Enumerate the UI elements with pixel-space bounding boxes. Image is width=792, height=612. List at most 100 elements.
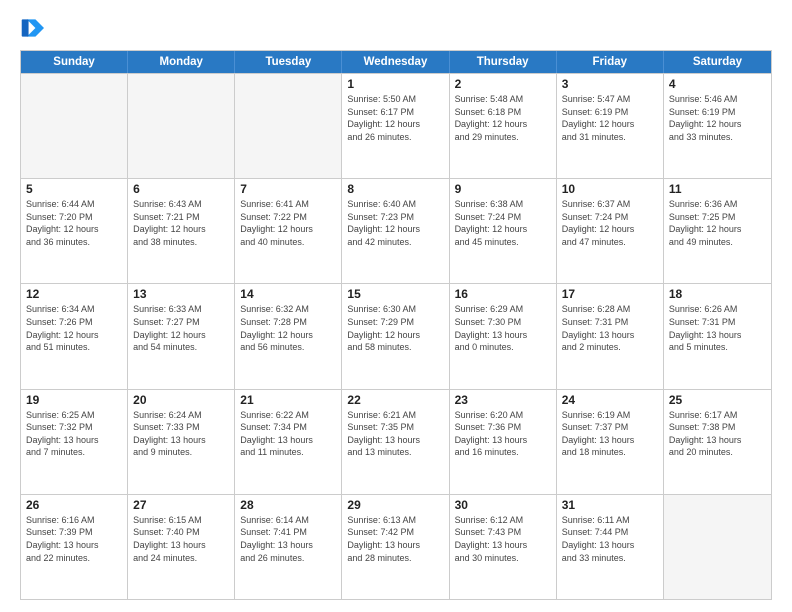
cell-info: Sunrise: 5:46 AM Sunset: 6:19 PM Dayligh… [669,93,766,143]
day-number: 24 [562,393,658,407]
day-number: 5 [26,182,122,196]
calendar-row-4: 26 Sunrise: 6:16 AM Sunset: 7:39 PM Dayli… [21,494,771,599]
day-number: 17 [562,287,658,301]
calendar-cell-1-0: 5 Sunrise: 6:44 AM Sunset: 7:20 PM Daylig… [21,179,128,283]
calendar-row-0: 1 Sunrise: 5:50 AM Sunset: 6:17 PM Daylig… [21,73,771,178]
logo [20,16,48,40]
calendar-cell-1-1: 6 Sunrise: 6:43 AM Sunset: 7:21 PM Daylig… [128,179,235,283]
cell-info: Sunrise: 5:47 AM Sunset: 6:19 PM Dayligh… [562,93,658,143]
weekday-header-tuesday: Tuesday [235,51,342,73]
calendar-cell-2-4: 16 Sunrise: 6:29 AM Sunset: 7:30 PM Dayli… [450,284,557,388]
calendar-cell-0-0 [21,74,128,178]
weekday-header-friday: Friday [557,51,664,73]
day-number: 21 [240,393,336,407]
calendar-cell-1-3: 8Sunrise: 6:40 AM Sunset: 7:23 PM Daylig… [342,179,449,283]
calendar-cell-0-3: 1 Sunrise: 5:50 AM Sunset: 6:17 PM Daylig… [342,74,449,178]
page: SundayMondayTuesdayWednesdayThursdayFrid… [0,0,792,612]
calendar-cell-3-1: 20 Sunrise: 6:24 AM Sunset: 7:33 PM Dayli… [128,390,235,494]
cell-info: Sunrise: 6:17 AM Sunset: 7:38 PM Dayligh… [669,409,766,459]
calendar-cell-3-2: 21 Sunrise: 6:22 AM Sunset: 7:34 PM Dayli… [235,390,342,494]
day-number: 10 [562,182,658,196]
calendar-body: 1 Sunrise: 5:50 AM Sunset: 6:17 PM Daylig… [21,73,771,599]
calendar-cell-4-2: 28Sunrise: 6:14 AM Sunset: 7:41 PM Dayli… [235,495,342,599]
day-number: 7 [240,182,336,196]
calendar: SundayMondayTuesdayWednesdayThursdayFrid… [20,50,772,600]
calendar-cell-3-3: 22 Sunrise: 6:21 AM Sunset: 7:35 PM Dayli… [342,390,449,494]
day-number: 22 [347,393,443,407]
cell-info: Sunrise: 5:48 AM Sunset: 6:18 PM Dayligh… [455,93,551,143]
day-number: 25 [669,393,766,407]
calendar-cell-4-3: 29Sunrise: 6:13 AM Sunset: 7:42 PM Dayli… [342,495,449,599]
cell-info: Sunrise: 6:16 AM Sunset: 7:39 PM Dayligh… [26,514,122,564]
calendar-cell-4-1: 27 Sunrise: 6:15 AM Sunset: 7:40 PM Dayli… [128,495,235,599]
cell-info: Sunrise: 6:38 AM Sunset: 7:24 PM Dayligh… [455,198,551,248]
weekday-header-monday: Monday [128,51,235,73]
cell-info: Sunrise: 6:12 AM Sunset: 7:43 PM Dayligh… [455,514,551,564]
calendar-cell-1-4: 9 Sunrise: 6:38 AM Sunset: 7:24 PM Daylig… [450,179,557,283]
day-number: 4 [669,77,766,91]
calendar-cell-2-5: 17 Sunrise: 6:28 AM Sunset: 7:31 PM Dayli… [557,284,664,388]
cell-info: Sunrise: 6:32 AM Sunset: 7:28 PM Dayligh… [240,303,336,353]
day-number: 23 [455,393,551,407]
calendar-row-1: 5 Sunrise: 6:44 AM Sunset: 7:20 PM Daylig… [21,178,771,283]
day-number: 14 [240,287,336,301]
cell-info: Sunrise: 6:24 AM Sunset: 7:33 PM Dayligh… [133,409,229,459]
weekday-header-thursday: Thursday [450,51,557,73]
cell-info: Sunrise: 6:37 AM Sunset: 7:24 PM Dayligh… [562,198,658,248]
calendar-cell-2-1: 13 Sunrise: 6:33 AM Sunset: 7:27 PM Dayli… [128,284,235,388]
day-number: 13 [133,287,229,301]
weekday-header-sunday: Sunday [21,51,128,73]
day-number: 26 [26,498,122,512]
cell-info: Sunrise: 6:30 AM Sunset: 7:29 PM Dayligh… [347,303,443,353]
calendar-cell-0-6: 4 Sunrise: 5:46 AM Sunset: 6:19 PM Daylig… [664,74,771,178]
cell-info: Sunrise: 6:11 AM Sunset: 7:44 PM Dayligh… [562,514,658,564]
cell-info: Sunrise: 6:29 AM Sunset: 7:30 PM Dayligh… [455,303,551,353]
day-number: 2 [455,77,551,91]
day-number: 6 [133,182,229,196]
calendar-cell-2-3: 15 Sunrise: 6:30 AM Sunset: 7:29 PM Dayli… [342,284,449,388]
calendar-cell-1-5: 10 Sunrise: 6:37 AM Sunset: 7:24 PM Dayli… [557,179,664,283]
calendar-cell-0-4: 2 Sunrise: 5:48 AM Sunset: 6:18 PM Daylig… [450,74,557,178]
cell-info: Sunrise: 6:43 AM Sunset: 7:21 PM Dayligh… [133,198,229,248]
day-number: 11 [669,182,766,196]
logo-icon [20,16,44,40]
day-number: 28 [240,498,336,512]
day-number: 16 [455,287,551,301]
calendar-header: SundayMondayTuesdayWednesdayThursdayFrid… [21,51,771,73]
cell-info: Sunrise: 6:36 AM Sunset: 7:25 PM Dayligh… [669,198,766,248]
calendar-cell-3-4: 23 Sunrise: 6:20 AM Sunset: 7:36 PM Dayli… [450,390,557,494]
day-number: 12 [26,287,122,301]
header [20,16,772,40]
calendar-cell-0-1 [128,74,235,178]
calendar-cell-3-0: 19 Sunrise: 6:25 AM Sunset: 7:32 PM Dayli… [21,390,128,494]
calendar-cell-4-6 [664,495,771,599]
day-number: 15 [347,287,443,301]
cell-info: Sunrise: 6:25 AM Sunset: 7:32 PM Dayligh… [26,409,122,459]
day-number: 27 [133,498,229,512]
calendar-cell-3-6: 25 Sunrise: 6:17 AM Sunset: 7:38 PM Dayli… [664,390,771,494]
day-number: 20 [133,393,229,407]
day-number: 1 [347,77,443,91]
cell-info: Sunrise: 5:50 AM Sunset: 6:17 PM Dayligh… [347,93,443,143]
cell-info: Sunrise: 6:20 AM Sunset: 7:36 PM Dayligh… [455,409,551,459]
day-number: 29 [347,498,443,512]
cell-info: Sunrise: 6:41 AM Sunset: 7:22 PM Dayligh… [240,198,336,248]
cell-info: Sunrise: 6:28 AM Sunset: 7:31 PM Dayligh… [562,303,658,353]
day-number: 31 [562,498,658,512]
day-number: 9 [455,182,551,196]
calendar-row-2: 12Sunrise: 6:34 AM Sunset: 7:26 PM Dayli… [21,283,771,388]
cell-info: Sunrise: 6:21 AM Sunset: 7:35 PM Dayligh… [347,409,443,459]
calendar-row-3: 19 Sunrise: 6:25 AM Sunset: 7:32 PM Dayli… [21,389,771,494]
calendar-cell-1-2: 7 Sunrise: 6:41 AM Sunset: 7:22 PM Daylig… [235,179,342,283]
cell-info: Sunrise: 6:40 AM Sunset: 7:23 PM Dayligh… [347,198,443,248]
cell-info: Sunrise: 6:44 AM Sunset: 7:20 PM Dayligh… [26,198,122,248]
cell-info: Sunrise: 6:22 AM Sunset: 7:34 PM Dayligh… [240,409,336,459]
cell-info: Sunrise: 6:15 AM Sunset: 7:40 PM Dayligh… [133,514,229,564]
calendar-cell-4-5: 31 Sunrise: 6:11 AM Sunset: 7:44 PM Dayli… [557,495,664,599]
cell-info: Sunrise: 6:33 AM Sunset: 7:27 PM Dayligh… [133,303,229,353]
calendar-cell-2-2: 14 Sunrise: 6:32 AM Sunset: 7:28 PM Dayli… [235,284,342,388]
calendar-cell-4-0: 26 Sunrise: 6:16 AM Sunset: 7:39 PM Dayli… [21,495,128,599]
cell-info: Sunrise: 6:26 AM Sunset: 7:31 PM Dayligh… [669,303,766,353]
calendar-cell-2-6: 18Sunrise: 6:26 AM Sunset: 7:31 PM Dayli… [664,284,771,388]
day-number: 19 [26,393,122,407]
